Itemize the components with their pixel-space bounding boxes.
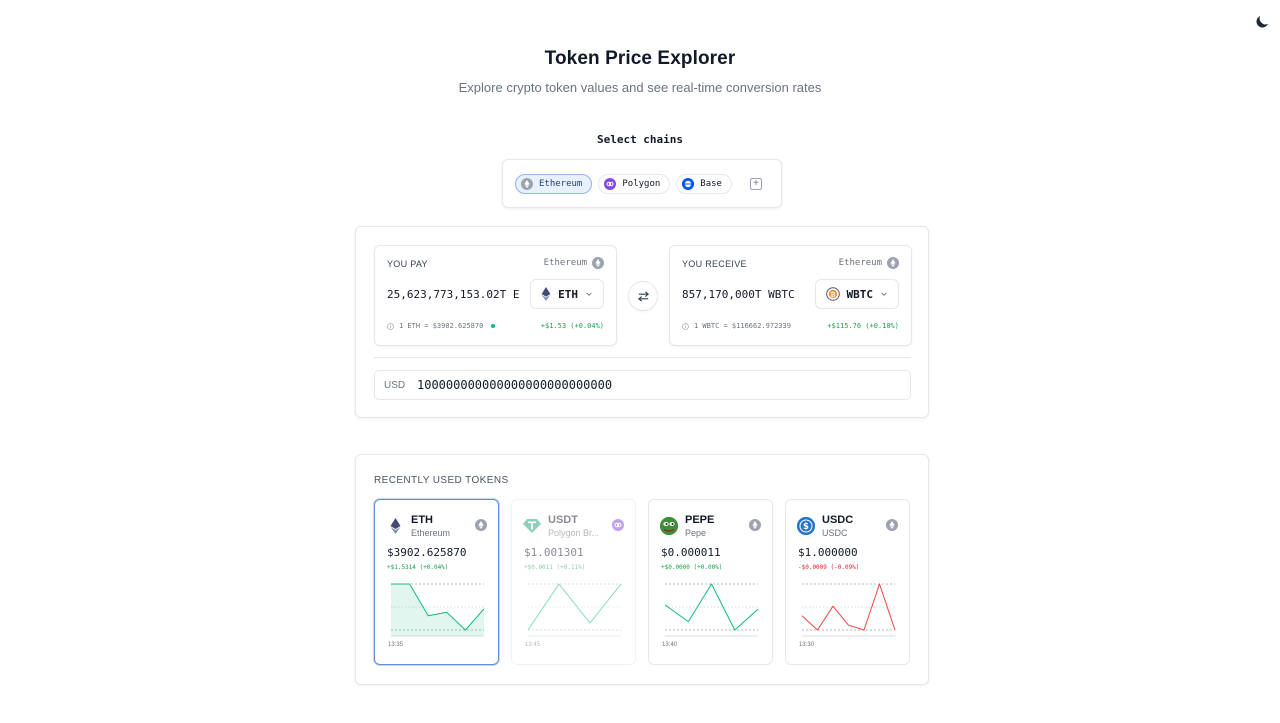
token-name: USDC bbox=[822, 528, 848, 538]
token-sparkline bbox=[801, 583, 896, 637]
receive-token-symbol: WBTC bbox=[846, 287, 874, 301]
chain-pill-polygon[interactable]: Polygon bbox=[598, 173, 671, 194]
recent-token-card-eth[interactable]: ETH Ethereum $3902.625870 +$1.5314 (+0.0… bbox=[374, 499, 499, 665]
pay-rate: 1 ETH = $3902.625870 bbox=[387, 322, 496, 330]
token-price: $1.001301 bbox=[524, 546, 584, 559]
token-price: $1.000000 bbox=[798, 546, 858, 559]
ethereum-icon bbox=[521, 177, 533, 190]
ethereum-chain-icon bbox=[886, 519, 898, 531]
page-header: Token Price Explorer Explore crypto toke… bbox=[0, 48, 1280, 95]
you-pay-panel: YOU PAY Ethereum 25,623,773,153.02T ETH … bbox=[374, 245, 617, 346]
tether-icon bbox=[523, 517, 541, 535]
recent-token-card-usdt[interactable]: USDT Polygon Br... $1.001301 +$0.0011 (+… bbox=[511, 499, 636, 665]
base-icon bbox=[682, 177, 695, 190]
usd-field[interactable]: USD bbox=[374, 370, 911, 400]
token-time: 13:40 bbox=[662, 642, 678, 648]
recent-token-card-usdc[interactable]: $ USDC USDC $1.000000 -$0.0009 (-0.09%) … bbox=[785, 499, 910, 665]
pay-rate-text: 1 ETH = $3902.625870 bbox=[399, 322, 484, 330]
token-name: Ethereum bbox=[411, 528, 451, 538]
pay-chain-indicator: Ethereum bbox=[544, 257, 604, 269]
receive-token-select[interactable]: ₿ WBTC bbox=[814, 279, 899, 309]
token-time: 13:30 bbox=[799, 642, 815, 648]
chain-pill-base[interactable]: Base bbox=[676, 173, 732, 194]
receive-rate: 1 WBTC = $116662.972339 bbox=[682, 322, 791, 330]
pepe-icon bbox=[660, 517, 678, 535]
token-change: -$0.0009 (-0.09%) bbox=[798, 564, 860, 571]
pay-token-symbol: ETH bbox=[558, 287, 578, 301]
pay-token-select[interactable]: ETH bbox=[530, 279, 604, 309]
you-receive-label: YOU RECEIVE bbox=[682, 259, 747, 269]
chevron-down-icon bbox=[881, 292, 887, 296]
token-change: +$1.5314 (+0.04%) bbox=[387, 564, 449, 571]
svg-text:₿: ₿ bbox=[830, 291, 835, 298]
usd-amount-input[interactable] bbox=[417, 378, 887, 392]
ethereum-chain-icon bbox=[749, 519, 761, 531]
swap-arrows-icon bbox=[637, 290, 649, 302]
pay-price-change: +$1.53 (+0.04%) bbox=[540, 322, 604, 330]
token-symbol: ETH bbox=[411, 514, 433, 526]
theme-toggle-button[interactable] bbox=[1253, 13, 1271, 31]
token-price: $0.000011 bbox=[661, 546, 721, 559]
swap-direction-button[interactable] bbox=[628, 281, 658, 311]
page-title: Token Price Explorer bbox=[544, 48, 736, 69]
usdc-icon: $ bbox=[797, 517, 815, 535]
recent-token-card-pepe[interactable]: PEPE Pepe $0.000011 +$0.0000 (+0.00%) 13… bbox=[648, 499, 773, 665]
info-icon bbox=[682, 322, 689, 330]
moon-icon bbox=[1256, 16, 1268, 28]
live-indicator-dot bbox=[491, 324, 496, 328]
ethereum-chain-icon bbox=[475, 519, 487, 531]
receive-chain-indicator: Ethereum bbox=[839, 257, 899, 269]
you-pay-label: YOU PAY bbox=[387, 259, 428, 269]
wbtc-icon: ₿ bbox=[825, 287, 840, 301]
polygon-icon bbox=[604, 177, 617, 190]
token-symbol: USDT bbox=[548, 514, 578, 526]
chain-pill-ethereum[interactable]: Ethereum bbox=[515, 173, 593, 194]
chain-pill-label: Ethereum bbox=[539, 178, 583, 189]
usd-label: USD bbox=[384, 379, 406, 391]
info-icon bbox=[387, 322, 394, 330]
token-sparkline bbox=[664, 583, 759, 637]
plus-square-icon[interactable]: + bbox=[749, 177, 762, 190]
recent-tokens-list: ETH Ethereum $3902.625870 +$1.5314 (+0.0… bbox=[374, 499, 911, 665]
divider bbox=[374, 357, 911, 358]
receive-chain-name: Ethereum bbox=[838, 258, 882, 268]
token-sparkline bbox=[391, 583, 485, 637]
polygon-chain-icon bbox=[612, 519, 624, 531]
sparkline-area bbox=[391, 584, 484, 636]
token-time: 13:35 bbox=[388, 642, 404, 648]
you-receive-panel: YOU RECEIVE Ethereum 857,170,000T WBTC ₿… bbox=[669, 245, 912, 346]
token-sparkline bbox=[527, 583, 622, 637]
token-name: Pepe bbox=[685, 528, 707, 538]
token-change: +$0.0000 (+0.00%) bbox=[661, 564, 723, 571]
recent-tokens-card: RECENTLY USED TOKENS ETH Ethereum $3902.… bbox=[355, 454, 929, 685]
token-name: Polygon Br... bbox=[548, 528, 600, 538]
token-symbol: USDC bbox=[822, 514, 854, 526]
ethereum-icon bbox=[386, 517, 404, 535]
svg-text:$: $ bbox=[803, 522, 809, 532]
ethereum-icon bbox=[541, 287, 551, 301]
pay-chain-name: Ethereum bbox=[543, 258, 587, 268]
chevron-down-icon bbox=[586, 292, 592, 296]
pay-amount-input[interactable]: 25,623,773,153.02T ETH bbox=[387, 288, 519, 301]
chain-selector: Ethereum Polygon Base + bbox=[502, 159, 782, 208]
chain-pill-label: Polygon bbox=[622, 178, 661, 189]
receive-amount-input[interactable]: 857,170,000T WBTC bbox=[682, 288, 814, 301]
swap-card: YOU PAY Ethereum 25,623,773,153.02T ETH … bbox=[355, 226, 929, 418]
chain-pill-label: Base bbox=[700, 178, 722, 189]
ethereum-icon bbox=[592, 257, 604, 269]
token-price: $3902.625870 bbox=[387, 546, 467, 559]
receive-price-change: +$115.76 (+0.10%) bbox=[827, 322, 899, 330]
token-symbol: PEPE bbox=[685, 514, 715, 526]
recent-tokens-title: RECENTLY USED TOKENS bbox=[374, 475, 509, 486]
token-change: +$0.0011 (+0.11%) bbox=[524, 564, 586, 571]
ethereum-icon bbox=[887, 257, 899, 269]
token-time: 13:45 bbox=[525, 642, 541, 648]
select-chains-label: Select chains bbox=[596, 133, 684, 146]
page-subtitle: Explore crypto token values and see real… bbox=[458, 80, 822, 95]
receive-rate-text: 1 WBTC = $116662.972339 bbox=[694, 322, 791, 330]
